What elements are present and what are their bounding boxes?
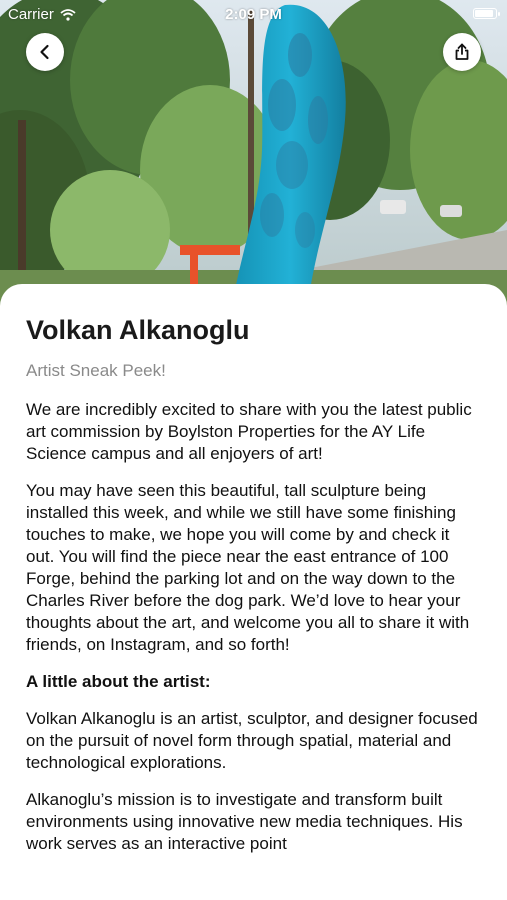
- back-button[interactable]: [26, 33, 64, 71]
- artist-paragraph: Alkanoglu’s mission is to investigate an…: [26, 790, 463, 853]
- chevron-left-icon: [40, 44, 49, 60]
- artist-paragraph: Volkan Alkanoglu is an artist, sculptor,…: [26, 709, 478, 772]
- article-subtitle: Artist Sneak Peek!: [26, 361, 166, 380]
- article-paragraph: We are incredibly excited to share with …: [26, 400, 472, 463]
- battery-icon: [473, 8, 500, 19]
- artist-section-heading: A little about the artist:: [26, 672, 211, 691]
- sculpture-photo: [0, 0, 507, 320]
- status-time: 2:09 PM: [225, 6, 282, 23]
- article-card: Volkan Alkanoglu Artist Sneak Peek! We a…: [0, 284, 507, 900]
- article-paragraph: You may have seen this beautiful, tall s…: [26, 481, 470, 654]
- hero-image: [0, 0, 507, 320]
- status-bar: Carrier 2:09 PM: [0, 0, 507, 28]
- share-button[interactable]: [443, 33, 481, 71]
- article-title: Volkan Alkanoglu: [26, 315, 250, 345]
- share-icon: [455, 43, 469, 60]
